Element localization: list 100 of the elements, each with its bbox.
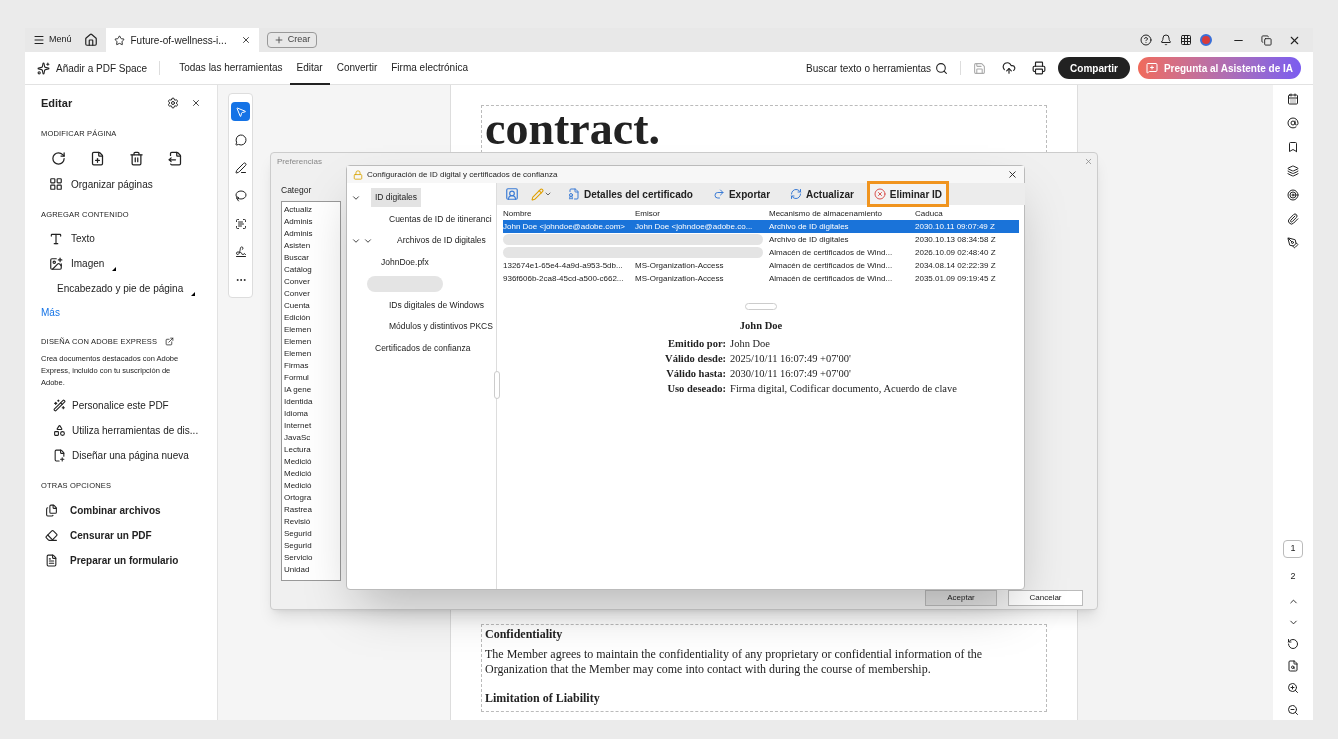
category-item[interactable]: Segurid [284,528,312,540]
category-item[interactable]: Medició [284,480,312,492]
table-row[interactable]: 936f606b-2ca8-45cd-a500-c662... MS-Organization-Access Almacén de certificados de Wind... 2035.01.09 09:19:45 Z [503,272,1019,285]
ok-button[interactable]: Aceptar [925,590,997,606]
close-icon[interactable] [1007,169,1018,180]
pdf-space-button[interactable]: Añadir a PDF Space [37,60,148,76]
apps-icon[interactable] [1180,34,1192,46]
tool-item[interactable]: Organizar páginas [41,171,201,197]
category-item[interactable]: Unidad [284,564,310,576]
table-row[interactable]: Archivo de ID digitales 2030.10.13 08:34:58 Z [503,233,1019,246]
category-item[interactable]: Firmas [284,360,309,372]
side-tool-icon[interactable] [1287,237,1299,249]
category-item[interactable]: Conver [284,288,310,300]
tool-item[interactable]: Personalice este PDF [41,393,201,419]
menu-button[interactable]: Menú [33,33,72,47]
document-tab[interactable]: Future-of-wellness-i... [105,28,259,52]
category-item[interactable]: Buscar [284,252,309,264]
category-item[interactable]: Actualiz [284,204,312,216]
search-label[interactable]: Buscar texto o herramientas [806,60,932,76]
category-item[interactable]: Identida [284,396,313,408]
category-item[interactable]: Segurid [284,540,312,552]
page-number[interactable]: 1 [1283,540,1303,558]
nav-tab[interactable]: Convertir [329,51,385,85]
column-header[interactable]: Caduca [915,208,1019,220]
toolbar-button[interactable]: Actualizar [786,184,858,204]
category-item[interactable]: Idioma [284,408,308,420]
category-item[interactable]: Elemen [284,324,312,336]
category-item[interactable]: Revisió [284,516,311,528]
category-item[interactable]: Adminis [284,228,313,240]
search-icon[interactable] [935,61,949,75]
page-number[interactable]: 2 [1283,568,1303,586]
tool-item[interactable]: Combinar archivos [41,497,201,523]
assistant-button[interactable]: Pregunta al Asistente de IA [1137,57,1301,79]
side-tool-icon[interactable] [1287,213,1299,225]
tree-item[interactable]: IDs digitales de Windows [385,295,488,315]
tool-item[interactable]: Censurar un PDF [41,522,201,548]
category-item[interactable]: Medició [284,456,312,468]
tool-item[interactable]: Texto [41,226,201,251]
print-icon[interactable] [1032,61,1047,75]
category-item[interactable]: Cuenta [284,300,310,312]
avatar[interactable] [1200,34,1212,46]
tool-item[interactable]: Preparar un formulario [41,547,201,573]
category-item[interactable]: Ortogra [284,492,312,504]
tool-item[interactable]: Diseñar una página nueva [41,443,201,469]
zoom-out-icon[interactable] [1287,704,1299,716]
category-item[interactable]: Rastrea [284,504,312,516]
category-item[interactable]: Internet [284,420,312,432]
rotate-icon[interactable] [1287,638,1299,650]
category-item[interactable]: Medició [284,468,312,480]
table-row[interactable]: 132674e1-65e4-4a9d-a953-5db... MS-Organization-Access Almacén de certificados de Wind... 2034.08.14 02:22:39 Z [503,259,1019,272]
external-link-icon[interactable] [165,337,175,347]
category-item[interactable]: Elemen [284,336,312,348]
toolbar-button[interactable]: Exportar [708,184,775,204]
side-tool-icon[interactable] [1287,165,1299,177]
category-item[interactable]: Elemen [284,348,312,360]
restore-icon[interactable] [1261,34,1272,46]
splitter-handle[interactable] [494,371,500,399]
tool-item[interactable]: Imagen [41,251,201,276]
nav-tab[interactable]: Todas las herramientas [172,51,290,85]
create-button[interactable]: Crear [266,32,318,48]
category-item[interactable]: Catálog [284,264,312,276]
column-header[interactable]: Mecanismo de almacenamiento [769,208,915,220]
tree-item[interactable]: Cuentas de ID de itineranci [385,209,496,229]
tool-item[interactable]: Utiliza herramientas de dis... [41,418,201,444]
close-icon[interactable] [240,35,251,45]
table-row[interactable]: Almacén de certificados de Wind... 2026.10.09 02:48:40 Z [503,246,1019,259]
table-row[interactable]: John Doe <johndoe@adobe.com> John Doe <johndoe@adobe.co... Archivo de ID digitales 2030.10.11 09:07:49 Z [503,220,1019,233]
tree-item[interactable]: ID digitales [371,188,422,208]
category-item[interactable]: Edición [284,312,311,324]
upload-icon[interactable] [1002,61,1017,75]
category-item[interactable]: Lectura [284,444,311,456]
tree-item[interactable]: Archivos de ID digitales [393,231,490,251]
toolbar-button[interactable]: Eliminar ID [869,184,947,204]
column-header[interactable]: Nombre [503,208,635,220]
more-link[interactable]: Más [41,301,201,324]
side-tool-icon[interactable] [1287,189,1299,201]
side-tool-icon[interactable] [1287,117,1299,129]
category-item[interactable]: JavaSc [284,432,311,444]
share-button[interactable]: Compartir [1058,57,1130,79]
cancel-button[interactable]: Cancelar [1008,590,1083,606]
nav-tab[interactable]: Firma electrónica [384,51,475,85]
page-icon[interactable] [1287,660,1299,672]
tool-item[interactable]: Encabezado y pie de página [41,276,201,301]
category-item[interactable]: Formul [284,372,309,384]
category-item[interactable]: Adminis [284,216,313,228]
help-icon[interactable] [1140,34,1152,46]
tree-item[interactable]: Módulos y distintivos PKCS [385,317,497,337]
close-icon[interactable] [191,98,201,109]
category-item[interactable]: Conver [284,276,310,288]
tree-item[interactable]: JohnDoe.pfx [377,252,433,272]
category-item[interactable]: IA gene [284,384,312,396]
side-tool-icon[interactable] [1287,141,1299,153]
notifications-icon[interactable] [1160,34,1172,46]
star-icon[interactable] [113,34,125,46]
toolbar-button[interactable]: Detalles del certificado [564,184,697,204]
tree-item[interactable]: Certificados de confianza [371,338,475,358]
category-item[interactable]: Asisten [284,240,311,252]
column-header[interactable]: Emisor [635,208,769,220]
settings-icon[interactable] [167,97,179,110]
category-item[interactable]: Servicio [284,552,313,564]
